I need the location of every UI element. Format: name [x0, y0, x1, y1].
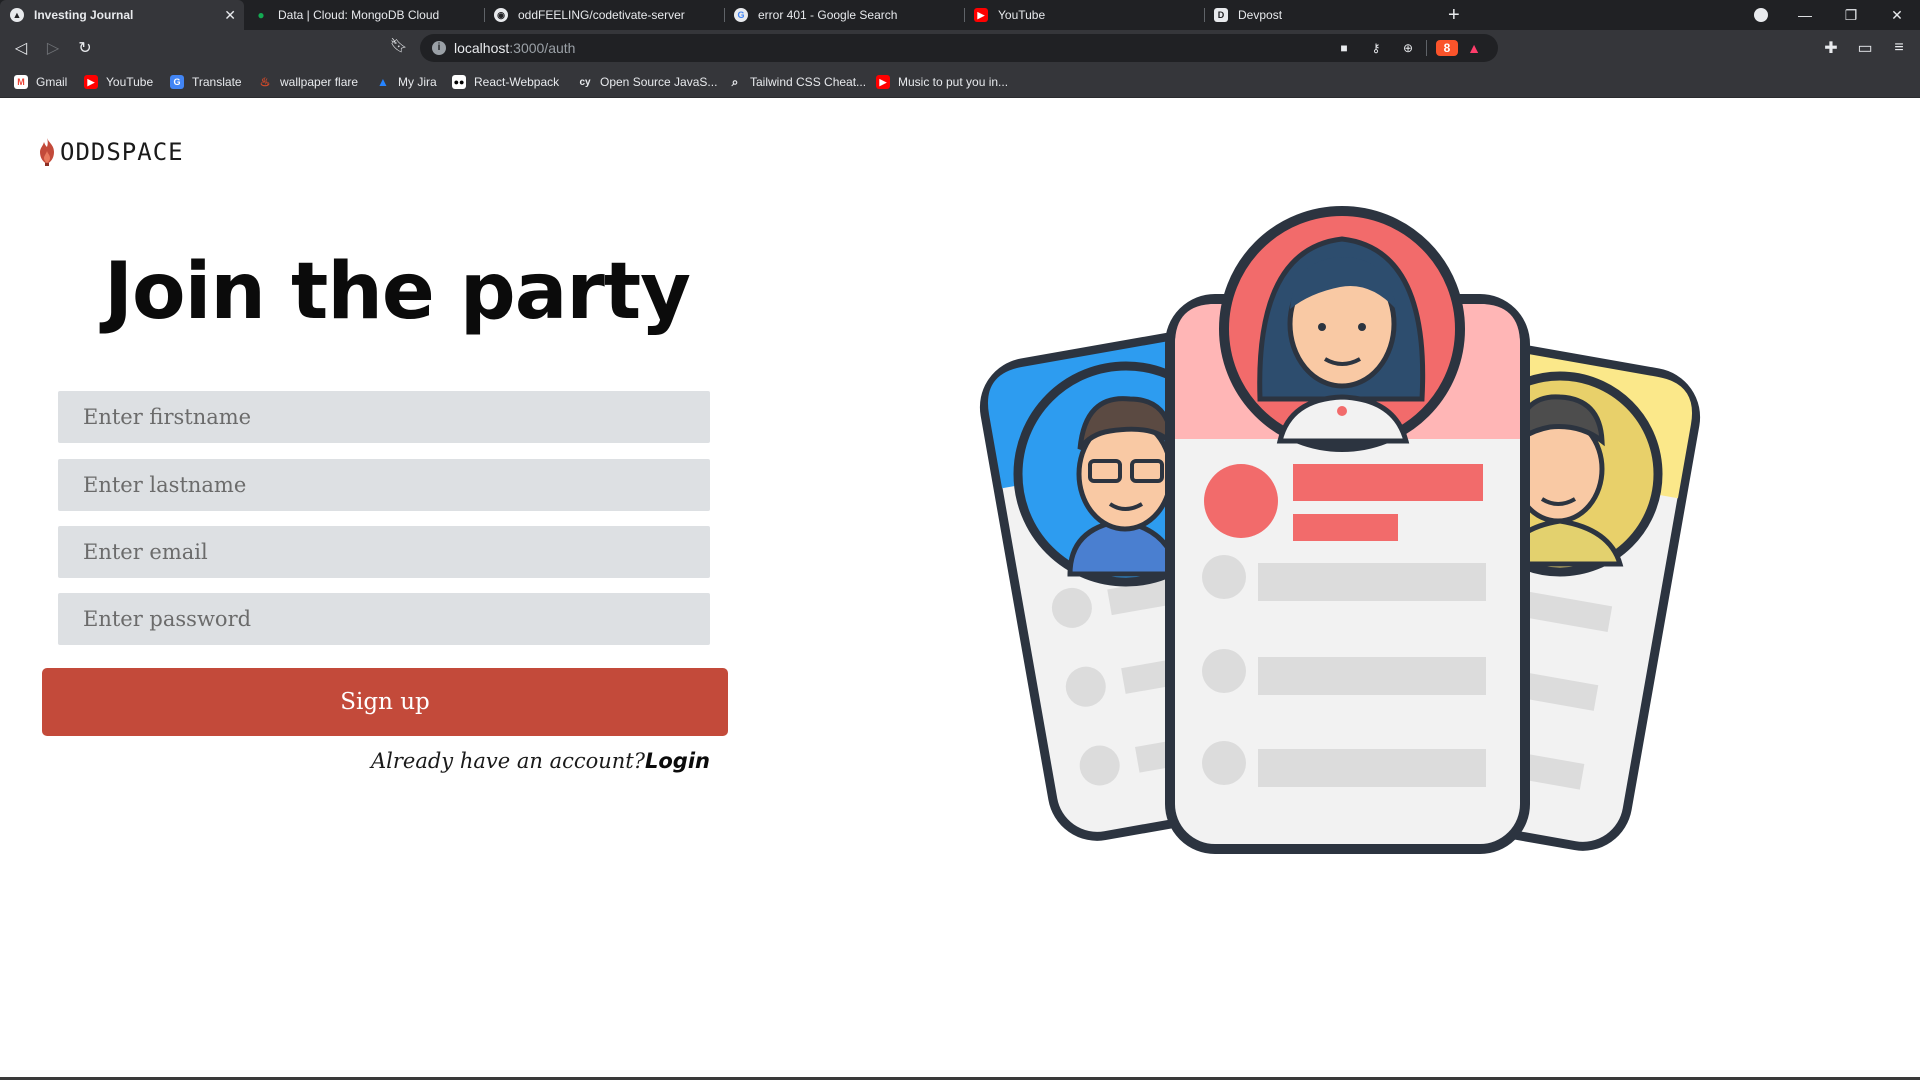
bookmark-label: Music to put you in... — [898, 75, 1009, 89]
restore-button[interactable]: ❐ — [1828, 0, 1874, 30]
bookmark-label: React-Webpack — [474, 75, 560, 89]
tab-label: error 401 - Google Search — [758, 8, 898, 22]
youtube-icon: ▶ — [84, 75, 98, 89]
password-input[interactable] — [58, 593, 710, 645]
bookmark-label: Gmail — [36, 75, 68, 89]
bookmark-tailwind-cheatsheet[interactable]: ⌕ Tailwind CSS Cheat... — [728, 73, 866, 91]
bookmark-label: My Jira — [398, 75, 437, 89]
tab-label: oddFEELING/codetivate-server — [518, 8, 685, 22]
address-bar[interactable]: i localhost:3000/auth ■ ⚷ ⊕ 8 ▲ — [420, 34, 1498, 62]
bookmark-label: Tailwind CSS Cheat... — [750, 75, 867, 89]
brave-rewards-icon[interactable]: ▲ — [1466, 40, 1482, 56]
tab-search-button[interactable] — [1738, 0, 1784, 30]
back-button[interactable]: ◁ — [10, 37, 32, 59]
bookmark-page-icon[interactable]: 🔖︎ — [390, 37, 408, 54]
auth-page: ODDSPACE Join the party Sign up Already … — [0, 99, 1920, 1080]
tab-label: Devpost — [1238, 8, 1283, 22]
bookmark-my-jira[interactable]: ▲ My Jira — [376, 73, 437, 91]
brave-shield-icon[interactable]: 8 — [1436, 40, 1458, 56]
medium-icon: ●● — [452, 75, 466, 89]
login-link[interactable]: Login — [645, 749, 710, 773]
flame-icon — [40, 138, 54, 166]
email-input[interactable] — [58, 526, 710, 578]
youtube-icon: ▶ — [876, 75, 890, 89]
browser-toolbar: ◁ ▷ ↻ 🔖︎ i localhost:3000/auth ■ ⚷ ⊕ 8 ▲… — [0, 30, 1920, 66]
minimize-button[interactable]: — — [1782, 0, 1828, 30]
bookmark-gmail[interactable]: M Gmail — [14, 73, 67, 91]
tab-google-search[interactable]: G error 401 - Google Search — [724, 0, 964, 30]
tab-label: Data | Cloud: MongoDB Cloud — [278, 8, 440, 22]
new-tab-button[interactable]: + — [1448, 3, 1460, 27]
menu-icon[interactable]: ≡ — [1888, 37, 1910, 59]
bookmark-label: Open Source JavaS... — [600, 75, 718, 89]
login-prompt-row: Already have an account?Login — [371, 749, 710, 773]
key-icon[interactable]: ⚷ — [1368, 40, 1384, 56]
bookmark-label: YouTube — [106, 75, 154, 89]
flame-icon: ♨ — [259, 75, 271, 89]
address-url[interactable]: localhost:3000/auth — [454, 40, 575, 56]
bookmark-music[interactable]: ▶ Music to put you in... — [876, 73, 1008, 91]
camera-icon[interactable]: ■ — [1336, 40, 1352, 56]
bookmark-translate[interactable]: G Translate — [170, 73, 242, 91]
url-host: localhost — [454, 40, 510, 56]
bookmark-open-source-javascript[interactable]: cy Open Source JavaS... — [578, 73, 717, 91]
tab-investing-journal[interactable]: ▲ Investing Journal ✕ — [0, 0, 244, 30]
search-icon: ⌕ — [731, 74, 739, 89]
login-prompt-text: Already have an account? — [370, 749, 645, 773]
reload-button[interactable]: ↻ — [74, 37, 96, 59]
tab-label: Investing Journal — [34, 8, 134, 22]
brand-logo[interactable]: ODDSPACE — [36, 137, 184, 167]
devpost-icon: D — [1214, 8, 1228, 22]
brand-name: ODDSPACE — [60, 138, 184, 166]
firstname-input[interactable] — [58, 391, 710, 443]
triangle-icon: ▲ — [10, 8, 24, 22]
chevron-down-icon — [1754, 8, 1768, 22]
bookmarks-bar: M Gmail ▶ YouTube G Translate ♨ wallpape… — [0, 66, 1920, 98]
bookmark-youtube[interactable]: ▶ YouTube — [84, 73, 153, 91]
browser-tab-bar: ▲ Investing Journal ✕ ● Data | Cloud: Mo… — [0, 0, 1920, 30]
wallet-icon[interactable]: ▭ — [1854, 37, 1876, 59]
youtube-icon: ▶ — [974, 8, 988, 22]
google-icon: G — [734, 8, 748, 22]
close-icon[interactable]: ✕ — [224, 7, 236, 24]
signup-button[interactable]: Sign up — [42, 668, 728, 736]
profiles-illustration — [979, 206, 1701, 854]
gmail-icon: M — [14, 75, 28, 89]
url-path: :3000/auth — [509, 40, 576, 56]
omnibox-divider — [1426, 40, 1427, 56]
tab-mongodb[interactable]: ● Data | Cloud: MongoDB Cloud — [244, 0, 484, 30]
tab-youtube[interactable]: ▶ YouTube — [964, 0, 1204, 30]
leaf-icon: ● — [257, 8, 265, 22]
forward-button[interactable]: ▷ — [42, 37, 64, 59]
translate-icon: G — [170, 75, 184, 89]
info-icon[interactable]: i — [432, 41, 446, 55]
tab-github[interactable]: ◉ oddFEELING/codetivate-server — [484, 0, 724, 30]
bookmark-label: Translate — [192, 75, 242, 89]
tab-label: YouTube — [998, 8, 1046, 22]
avatar-woman — [1219, 206, 1465, 452]
close-window-button[interactable]: ✕ — [1874, 0, 1920, 30]
jira-icon: ▲ — [377, 75, 389, 89]
bookmark-label: wallpaper flare — [280, 75, 359, 89]
github-icon: ◉ — [494, 8, 508, 22]
tab-devpost[interactable]: D Devpost — [1204, 0, 1444, 30]
cy-icon: cy — [579, 76, 591, 88]
bookmark-react-webpack[interactable]: ●● React-Webpack — [452, 73, 559, 91]
lastname-input[interactable] — [58, 459, 710, 511]
extensions-icon[interactable]: ✚ — [1820, 37, 1842, 59]
bookmark-wallpaper-flare[interactable]: ♨ wallpaper flare — [258, 73, 358, 91]
page-title: Join the party — [104, 247, 691, 337]
zoom-icon[interactable]: ⊕ — [1400, 40, 1416, 56]
